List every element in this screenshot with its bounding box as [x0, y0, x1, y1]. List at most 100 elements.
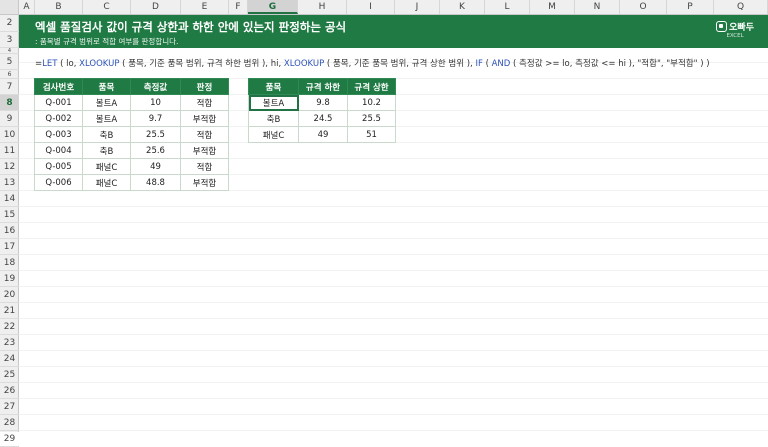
col-header-b[interactable]: B — [35, 0, 83, 14]
table-header-cell[interactable]: 품목 — [248, 78, 299, 95]
formula-function: LET — [42, 59, 58, 69]
logo-subtext: EXCEL — [726, 33, 744, 39]
table-cell[interactable]: 볼트A — [82, 94, 131, 111]
logo-icon — [716, 21, 728, 32]
row-header[interactable]: 26 — [0, 383, 19, 399]
table-cell[interactable]: Q-005 — [34, 158, 83, 175]
table-cell[interactable]: 부적합 — [180, 142, 229, 159]
selected-cell[interactable]: 볼트A — [248, 94, 299, 111]
table-cell[interactable]: 축B — [82, 142, 131, 159]
table-cell[interactable]: 9.8 — [298, 94, 348, 111]
row-header[interactable]: 5 — [0, 54, 19, 70]
table-cell[interactable]: 패널C — [248, 126, 299, 143]
row-header[interactable]: 22 — [0, 319, 19, 335]
row-header[interactable]: 27 — [0, 399, 19, 415]
table-row: Q-002 볼트A 9.7 부적합 — [34, 110, 229, 127]
table-cell[interactable]: 24.5 — [298, 110, 348, 127]
col-header-j[interactable]: J — [395, 0, 440, 14]
table-cell[interactable]: 25.6 — [130, 142, 181, 159]
col-header-e[interactable]: E — [181, 0, 229, 14]
row-header[interactable]: 23 — [0, 335, 19, 351]
row-header[interactable]: 11 — [0, 143, 19, 159]
col-header-a[interactable]: A — [19, 0, 35, 14]
row-header[interactable]: 12 — [0, 159, 19, 175]
table-cell[interactable]: 부적합 — [180, 110, 229, 127]
col-header-f[interactable]: F — [229, 0, 248, 14]
table-cell[interactable]: 적합 — [180, 94, 229, 111]
formula-part: ( 품목, 기준 품목 범위, 규격 하한 범위 ), hi, — [119, 59, 284, 69]
row-header[interactable]: 8 — [0, 95, 19, 111]
row-header[interactable]: 10 — [0, 127, 19, 143]
table-cell[interactable]: 49 — [298, 126, 348, 143]
row-header[interactable]: 15 — [0, 207, 19, 223]
table-header-cell[interactable]: 측정값 — [130, 78, 181, 95]
row-header[interactable]: 21 — [0, 303, 19, 319]
col-header-i[interactable]: I — [347, 0, 395, 14]
table-cell[interactable]: 패널C — [82, 158, 131, 175]
table-header-cell[interactable]: 품목 — [82, 78, 131, 95]
col-header-h[interactable]: H — [298, 0, 347, 14]
row-header[interactable]: 2 — [0, 15, 19, 32]
table-header-cell[interactable]: 규격 하한 — [298, 78, 348, 95]
row-header[interactable]: 28 — [0, 415, 19, 431]
row-header[interactable]: 14 — [0, 191, 19, 207]
table-cell[interactable]: 볼트A — [82, 110, 131, 127]
formula-text[interactable]: =LET ( lo, XLOOKUP ( 품목, 기준 품목 범위, 규격 하한… — [35, 57, 710, 69]
row-header[interactable]: 19 — [0, 271, 19, 287]
row-header[interactable]: 7 — [0, 79, 19, 95]
row-header[interactable]: 17 — [0, 239, 19, 255]
table-cell[interactable]: Q-003 — [34, 126, 83, 143]
table-cell[interactable]: 48.8 — [130, 174, 181, 191]
table-header-row: 품목 규격 하한 규격 상한 — [248, 78, 396, 95]
table-cell[interactable]: 49 — [130, 158, 181, 175]
table-cell[interactable]: 축B — [248, 110, 299, 127]
table-cell[interactable]: Q-002 — [34, 110, 83, 127]
col-header-l[interactable]: L — [485, 0, 530, 14]
table-header-cell[interactable]: 검사번호 — [34, 78, 83, 95]
table-header-row: 검사번호 품목 측정값 판정 — [34, 78, 229, 95]
table-cell[interactable]: 51 — [347, 126, 396, 143]
col-header-q[interactable]: Q — [714, 0, 768, 14]
table-cell[interactable]: Q-001 — [34, 94, 83, 111]
col-header-p[interactable]: P — [667, 0, 714, 14]
table-cell[interactable]: 부적합 — [180, 174, 229, 191]
table-header-cell[interactable]: 규격 상한 — [347, 78, 396, 95]
select-all-corner[interactable] — [0, 0, 19, 14]
row-header[interactable]: 13 — [0, 175, 19, 191]
table-cell[interactable]: 25.5 — [130, 126, 181, 143]
table-cell[interactable]: 적합 — [180, 126, 229, 143]
column-header-bar: A B C D E F G H I J K L M N O P Q — [0, 0, 768, 15]
col-header-d[interactable]: D — [131, 0, 181, 14]
col-header-m[interactable]: M — [530, 0, 575, 14]
row-header-bar: 2 3 4 5 6 7 8 9 10 11 12 13 14 15 16 17 … — [0, 15, 19, 447]
row-header[interactable]: 9 — [0, 111, 19, 127]
row-header[interactable]: 18 — [0, 255, 19, 271]
table-row: Q-005 패널C 49 적합 — [34, 158, 229, 175]
row-header[interactable]: 6 — [0, 70, 19, 79]
table-cell[interactable]: 10.2 — [347, 94, 396, 111]
table-cell[interactable]: Q-006 — [34, 174, 83, 191]
col-header-n[interactable]: N — [575, 0, 620, 14]
formula-function: IF — [475, 59, 483, 69]
row-header[interactable]: 3 — [0, 32, 19, 48]
table-header-cell[interactable]: 판정 — [180, 78, 229, 95]
table-cell[interactable]: 25.5 — [347, 110, 396, 127]
table-cell[interactable]: 적합 — [180, 158, 229, 175]
col-header-c[interactable]: C — [83, 0, 131, 14]
row-header[interactable]: 20 — [0, 287, 19, 303]
col-header-g[interactable]: G — [248, 0, 298, 14]
table-cell[interactable]: 9.7 — [130, 110, 181, 127]
row-header[interactable]: 24 — [0, 351, 19, 367]
row-header[interactable]: 16 — [0, 223, 19, 239]
col-header-k[interactable]: K — [440, 0, 485, 14]
table-cell[interactable]: Q-004 — [34, 142, 83, 159]
table-cell[interactable]: 축B — [82, 126, 131, 143]
formula-part: ( 측정값 >= lo, 측정값 <= hi ), "적합", "부적합" ) … — [510, 59, 710, 69]
table-cell[interactable]: 패널C — [82, 174, 131, 191]
col-header-o[interactable]: O — [620, 0, 667, 14]
formula-part: ( 품목, 기준 품목 범위, 규격 상한 범위 ), — [324, 59, 476, 69]
logo-text: 오빠두 — [729, 23, 754, 33]
row-header[interactable]: 29 — [0, 431, 19, 447]
row-header[interactable]: 25 — [0, 367, 19, 383]
table-cell[interactable]: 10 — [130, 94, 181, 111]
